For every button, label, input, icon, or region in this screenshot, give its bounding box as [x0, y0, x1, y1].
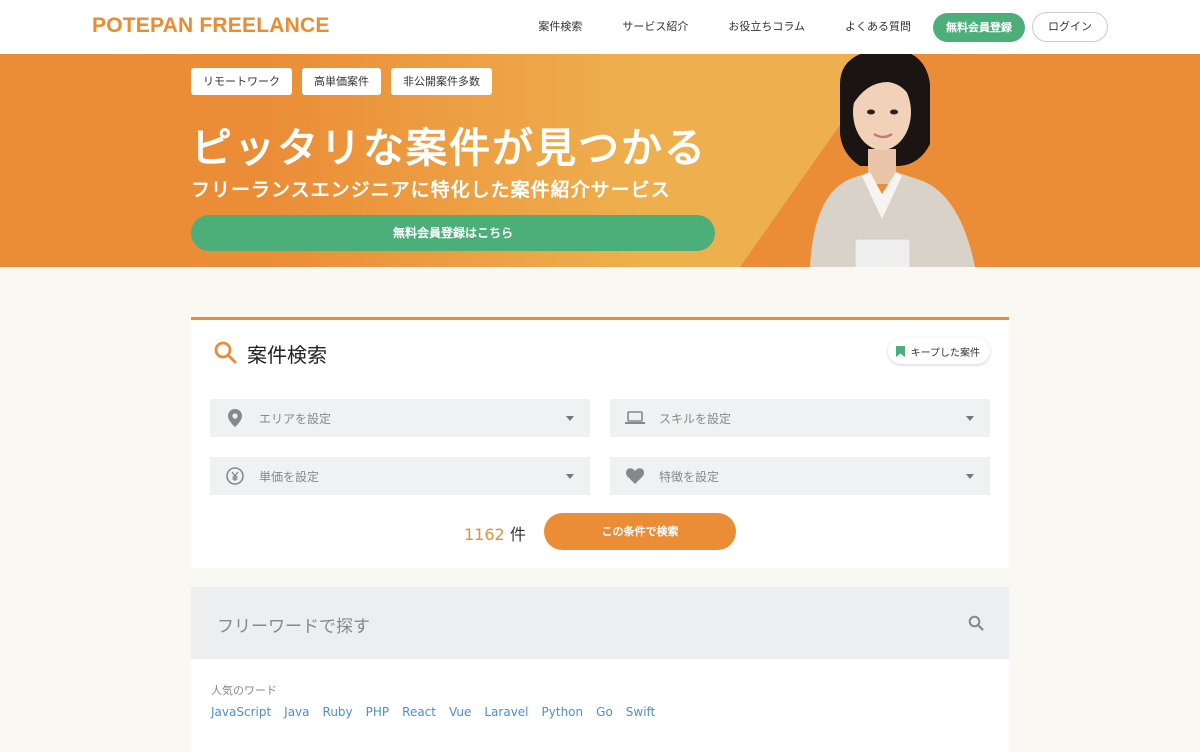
freeword-search[interactable]: フリーワードで探す	[191, 587, 1009, 659]
location-pin-icon	[225, 408, 245, 428]
hero-tags: リモートワーク 高単価案件 非公開案件多数	[191, 68, 492, 95]
login-button[interactable]: ログイン	[1032, 12, 1108, 42]
search-icon	[214, 341, 237, 364]
tag-remote: リモートワーク	[191, 68, 292, 95]
kept-jobs-label: キープした案件	[910, 347, 980, 359]
area-select-label: エリアを設定	[259, 411, 332, 426]
heart-icon	[625, 466, 645, 486]
yen-icon	[225, 466, 245, 486]
area-select[interactable]: エリアを設定	[210, 399, 590, 437]
register-button[interactable]: 無料会員登録	[933, 12, 1025, 42]
word-link[interactable]: Laravel	[484, 705, 528, 719]
kept-jobs-button[interactable]: キープした案件	[887, 338, 990, 364]
nav-column[interactable]: お役立ちコラム	[708, 11, 825, 43]
price-select[interactable]: 単価を設定	[210, 457, 590, 495]
chevron-down-icon	[966, 473, 974, 479]
word-link[interactable]: Python	[542, 705, 584, 719]
chevron-down-icon	[566, 415, 574, 421]
feature-select[interactable]: 特徴を設定	[610, 457, 990, 495]
hero-subtitle: フリーランスエンジニアに特化した案件紹介サービス	[191, 179, 671, 201]
word-link[interactable]: React	[402, 705, 436, 719]
chevron-down-icon	[566, 473, 574, 479]
price-select-label: 単価を設定	[259, 469, 320, 484]
popular-words: 人気のワード JavaScript Java Ruby PHP React Vu…	[191, 659, 1009, 752]
chevron-down-icon	[966, 415, 974, 421]
result-count: 1162 件	[464, 521, 526, 545]
hero-title: ピッタリな案件が見つかる	[191, 124, 707, 172]
job-search-card: 案件検索 キープした案件 エリアを設定 スキルを設定 単価を設定 特徴を設定 1…	[191, 317, 1009, 568]
site-header: POTEPAN FREELANCE 案件検索 サービス紹介 お役立ちコラム よく…	[0, 0, 1200, 54]
result-count-unit: 件	[509, 525, 526, 544]
result-count-number: 1162	[464, 525, 505, 544]
hero-register-button[interactable]: 無料会員登録はこちら	[191, 215, 715, 251]
laptop-icon	[625, 408, 645, 428]
word-link[interactable]: Vue	[449, 705, 471, 719]
feature-select-label: 特徴を設定	[659, 469, 720, 484]
bookmark-icon	[895, 345, 905, 357]
tag-private: 非公開案件多数	[391, 68, 492, 95]
nav-job-search[interactable]: 案件検索	[518, 11, 602, 43]
nav-service[interactable]: サービス紹介	[602, 11, 708, 43]
popular-words-list: JavaScript Java Ruby PHP React Vue Larav…	[211, 705, 655, 719]
skill-select-label: スキルを設定	[659, 411, 732, 426]
search-submit-button[interactable]: この条件で検索	[544, 513, 736, 550]
word-link[interactable]: Java	[284, 705, 309, 719]
site-logo[interactable]: POTEPAN FREELANCE	[92, 14, 330, 38]
word-link[interactable]: Ruby	[323, 705, 353, 719]
word-link[interactable]: PHP	[366, 705, 390, 719]
woman-photo	[810, 54, 975, 267]
main-nav: 案件検索 サービス紹介 お役立ちコラム よくある質問 無料会員登録 ログイン	[518, 11, 1108, 43]
search-title: 案件検索	[247, 343, 327, 367]
word-link[interactable]: Swift	[626, 705, 655, 719]
nav-faq[interactable]: よくある質問	[825, 11, 931, 43]
word-link[interactable]: JavaScript	[211, 705, 271, 719]
hero-banner: リモートワーク 高単価案件 非公開案件多数 ピッタリな案件が見つかる フリーラン…	[0, 54, 1200, 267]
skill-select[interactable]: スキルを設定	[610, 399, 990, 437]
tag-high-price: 高単価案件	[302, 68, 381, 95]
word-link[interactable]: Go	[596, 705, 613, 719]
search-icon[interactable]	[968, 615, 984, 631]
freeword-placeholder: フリーワードで探す	[217, 617, 370, 637]
popular-words-label: 人気のワード	[211, 684, 277, 697]
